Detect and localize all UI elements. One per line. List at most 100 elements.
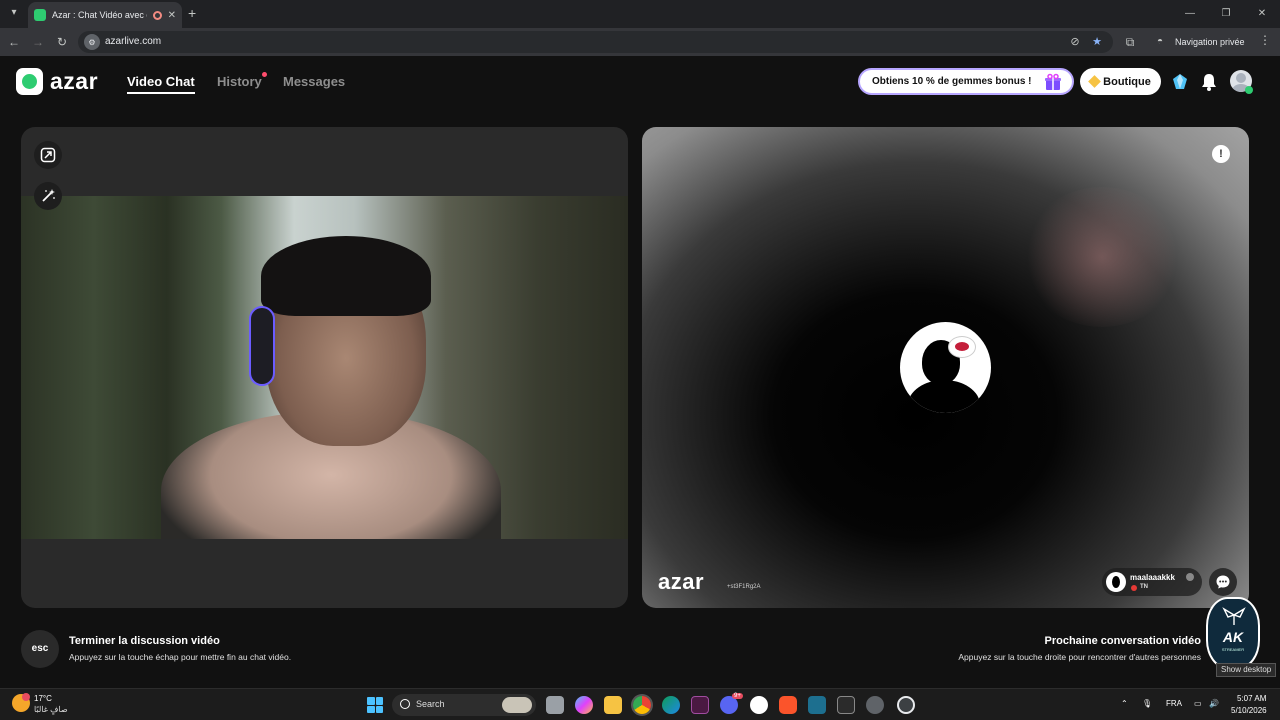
azar-watermark: azar	[658, 569, 705, 594]
microphone-icon[interactable]: 🎙	[1142, 699, 1152, 708]
visual-studio-icon[interactable]	[691, 696, 709, 714]
weather-alert-badge	[22, 693, 30, 701]
blurred-background	[1022, 187, 1182, 327]
end-chat-title: Terminer la discussion vidéo	[69, 635, 220, 647]
azar-logo[interactable]: azar	[16, 68, 98, 95]
partner-video-panel: ! azar +st3F1Rg2A maalaaakkk TN	[642, 127, 1249, 608]
tab-history[interactable]: History	[217, 72, 267, 89]
expand-video-button[interactable]	[34, 141, 62, 169]
self-camera-feed	[21, 196, 628, 539]
back-icon[interactable]: ←	[6, 34, 22, 50]
site-info-icon[interactable]: ⚙	[84, 34, 100, 50]
window-close-icon[interactable]: ✕	[1244, 0, 1280, 28]
edge-icon[interactable]	[662, 696, 680, 714]
emblem-text: AK	[1222, 629, 1244, 645]
discord-badge: 9+	[732, 693, 743, 699]
tab-messages[interactable]: Messages	[283, 74, 345, 89]
gem-icon	[1088, 75, 1102, 88]
azar-page: azar Video Chat History Messages Obtiens…	[0, 56, 1280, 688]
task-view-icon[interactable]	[546, 696, 564, 714]
windows-taskbar: 17°C صافٍ غالبًا Search 9+ ⌃ 🎙 FRA ▭ 🔊 5…	[0, 688, 1280, 720]
browser-menu-icon[interactable]: ⋮	[1259, 33, 1271, 47]
silhouette-body	[908, 380, 980, 413]
magic-wand-icon	[42, 189, 55, 202]
show-desktop-tooltip: Show desktop	[1216, 663, 1276, 677]
tab-title: Azar : Chat Vidéo avec de n	[52, 10, 147, 20]
tab-video-chat[interactable]: Video Chat	[127, 74, 195, 94]
incognito-label: Navigation privée	[1175, 37, 1245, 47]
brave-icon[interactable]	[779, 696, 797, 714]
report-button[interactable]: !	[1212, 145, 1230, 163]
tab-search-icon[interactable]: ▾	[6, 5, 22, 21]
reload-icon[interactable]: ↻	[54, 34, 70, 50]
url-text: azarlive.com	[105, 36, 162, 47]
weather-description: صافٍ غالبًا	[34, 705, 68, 714]
eye-off-icon[interactable]: ⊘	[1068, 35, 1082, 49]
incognito-indicator[interactable]: ◓ Navigation privée	[1157, 33, 1245, 51]
effects-button[interactable]	[34, 182, 62, 210]
next-chat-title: Prochaine conversation vidéo	[1044, 635, 1202, 647]
chat-button[interactable]	[1209, 568, 1237, 596]
promo-label: Obtiens 10 % de gemmes bonus !	[872, 76, 1032, 87]
copilot-icon[interactable]	[575, 696, 593, 714]
language-indicator[interactable]: FRA	[1166, 699, 1182, 708]
clock-date[interactable]: 5/10/2026	[1231, 706, 1267, 715]
search-placeholder: Search	[416, 699, 445, 709]
minimize-icon[interactable]: —	[1172, 0, 1208, 28]
incognito-icon: ◓	[1157, 36, 1164, 47]
online-status-dot	[1245, 86, 1253, 94]
gems-balance-icon[interactable]	[1170, 72, 1190, 92]
azar-logo-icon	[16, 68, 43, 95]
obs-icon[interactable]	[750, 696, 768, 714]
network-icon[interactable]: ▭	[1194, 699, 1202, 708]
history-notification-dot	[261, 72, 267, 77]
end-chat-subtitle: Appuyez sur la touche échap pour mettre …	[69, 652, 292, 662]
expand-icon	[40, 147, 56, 163]
bookmark-star-icon[interactable]: ★	[1090, 35, 1104, 49]
country-flag-icon	[1131, 585, 1137, 591]
logo-text: azar	[50, 68, 99, 94]
session-id: +st3F1Rg2A	[727, 584, 761, 590]
volume-icon[interactable]: 🔊	[1209, 699, 1219, 708]
partner-avatar-small	[1106, 572, 1126, 592]
recording-icon	[152, 10, 162, 20]
file-explorer-icon[interactable]	[604, 696, 622, 714]
browser-toolbar: ← → ↻ ⚙ azarlive.com ⊘ ★ ⧉ ◓ Navigation …	[0, 28, 1280, 56]
emblem-subtext: STREAMER	[1221, 647, 1245, 652]
forward-icon[interactable]: →	[30, 34, 46, 50]
new-tab-button[interactable]: +	[188, 5, 196, 21]
clock-time[interactable]: 5:07 AM	[1237, 694, 1266, 703]
shop-button[interactable]: Boutique	[1080, 68, 1161, 95]
address-bar[interactable]: ⚙ azarlive.com ⊘ ★	[78, 31, 1113, 53]
self-video-panel	[21, 127, 628, 608]
partner-username: maalaaakkk	[1130, 573, 1175, 582]
capcut-icon[interactable]	[808, 696, 826, 714]
chrome-alt-icon[interactable]	[897, 696, 915, 714]
partner-profile-chip[interactable]: maalaaakkk TN	[1102, 568, 1202, 596]
search-highlight-icon	[502, 697, 532, 713]
browser-tab-azar[interactable]: Azar : Chat Vidéo avec de n ✕	[28, 2, 182, 28]
gift-icon	[1045, 73, 1061, 90]
camera-headset	[249, 306, 275, 386]
tray-overflow-icon[interactable]: ⌃	[1121, 699, 1128, 708]
search-icon	[400, 699, 410, 709]
esc-key-button[interactable]: esc	[21, 630, 59, 668]
chrome-icon[interactable]	[633, 696, 651, 714]
tab-close-icon[interactable]: ✕	[168, 10, 176, 21]
app-cube-icon[interactable]	[837, 696, 855, 714]
streamer-emblem-overlay: AK STREAMER	[1206, 597, 1260, 669]
shop-label: Boutique	[1103, 75, 1151, 88]
taskbar-search[interactable]: Search	[392, 694, 536, 716]
browser-tab-bar: ▾ Azar : Chat Vidéo avec de n ✕ + — ❐ ✕	[0, 0, 1280, 28]
restore-icon[interactable]: ❐	[1208, 0, 1244, 28]
phoenix-icon	[1222, 607, 1246, 625]
extensions-icon[interactable]: ⧉	[1122, 34, 1138, 50]
chat-bubble-icon	[1216, 575, 1230, 589]
partner-country: TN	[1140, 584, 1148, 590]
settings-gear-icon[interactable]	[866, 696, 884, 714]
gem-bonus-promo-button[interactable]: Obtiens 10 % de gemmes bonus !	[858, 68, 1074, 95]
bell-icon[interactable]	[1199, 72, 1219, 92]
start-button[interactable]	[367, 697, 383, 713]
partner-silhouette-avatar	[900, 322, 991, 413]
weather-temperature: 17°C	[34, 694, 52, 703]
